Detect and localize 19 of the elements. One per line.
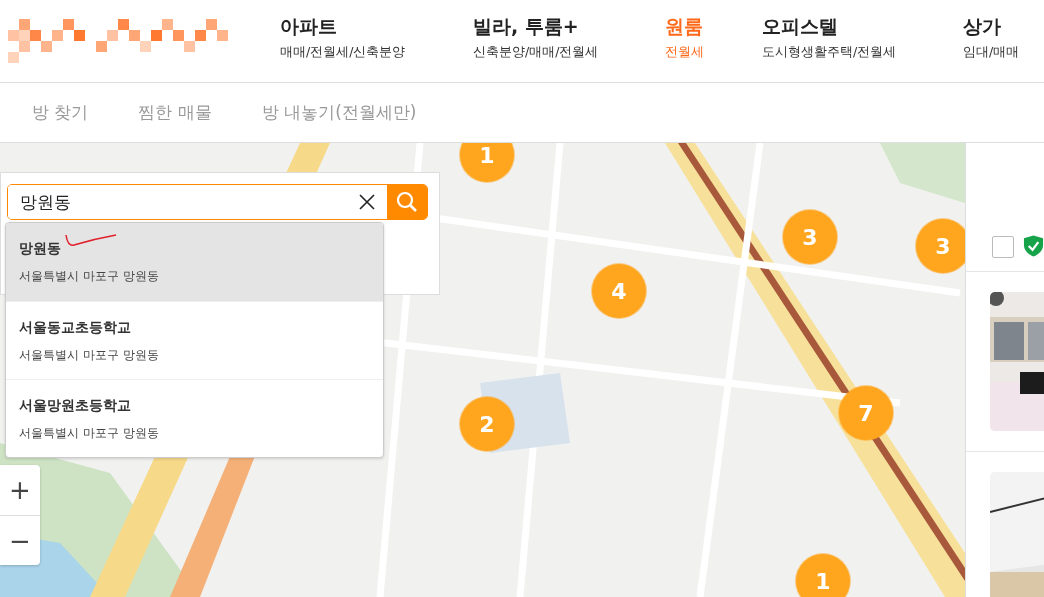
zoom-button[interactable]: + (0, 465, 40, 515)
nav-link[interactable]: 빌라, 투룸+ (473, 13, 665, 40)
nav-subtitle: 전월세 (665, 43, 705, 61)
search-field[interactable]: 망원동 (7, 184, 428, 220)
search-icon (396, 191, 418, 213)
nav-link[interactable]: 아파트 (280, 13, 473, 40)
nav-subtitle: 신축분양/매매/전월세 (473, 43, 600, 61)
suggestion-item[interactable]: 서울망원초등학교 서울특별시 마포구 망원동 (6, 379, 383, 457)
nav-link[interactable]: 상가 (963, 13, 1044, 40)
nav-link[interactable]: 오피스텔 (762, 13, 963, 40)
zoom-button[interactable]: − (0, 515, 40, 565)
shield-check-icon (1023, 234, 1044, 258)
checkbox[interactable] (992, 236, 1014, 258)
suggestion-item[interactable]: 망원동 서울특별시 마포구 망원동 (6, 223, 383, 301)
nav-subtitle: 임대/매매 (963, 43, 1021, 61)
close-icon (359, 194, 375, 210)
suggestion-item[interactable]: 서울동교초등학교 서울특별시 마포구 망원동 (6, 301, 383, 379)
nav-subtitle: 매매/전월세/신축분양 (280, 43, 407, 61)
nav-subtitle: 도시형생활주택/전월세 (762, 43, 898, 61)
